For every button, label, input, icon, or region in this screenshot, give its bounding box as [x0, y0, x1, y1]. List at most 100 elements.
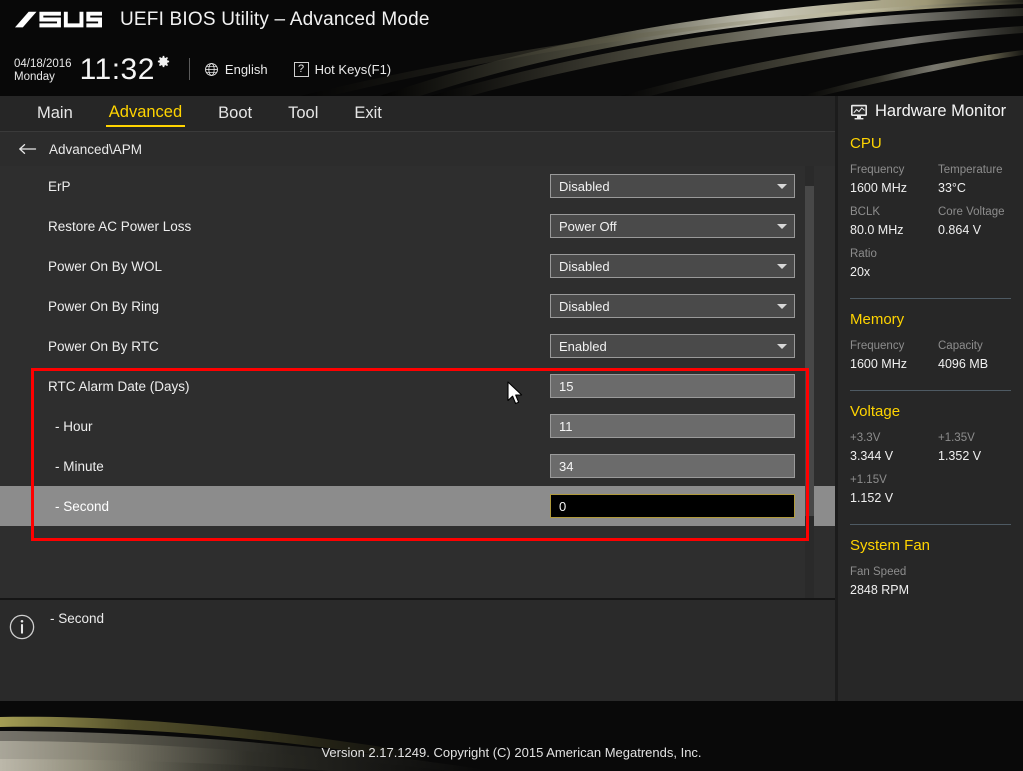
sidebar-divider: [850, 390, 1011, 391]
metric-value: 33°C: [938, 181, 966, 195]
second-input[interactable]: 0: [550, 494, 795, 518]
tab-boot[interactable]: Boot: [215, 102, 255, 126]
hardware-monitor-title: Hardware Monitor: [875, 102, 1007, 120]
hour-input[interactable]: 11: [550, 414, 795, 438]
question-mark-icon: ?: [293, 61, 309, 77]
setting-row-power-on-by-rtc[interactable]: Power On By RTC Enabled: [0, 326, 835, 366]
setting-control[interactable]: Enabled: [550, 334, 795, 358]
erp-value: Disabled: [559, 178, 610, 194]
metric-value: 20x: [850, 265, 871, 279]
setting-row-minute[interactable]: - Minute 34: [0, 446, 835, 486]
footer-decorative-streaks: [0, 701, 1023, 771]
section-title-memory: Memory: [850, 311, 905, 328]
version-text: Version 2.17.1249. Copyright (C) 2015 Am…: [321, 745, 702, 760]
metric-label-empty: [938, 564, 1011, 581]
status-row: 04/18/2016 Monday 11:32 English ? Hot Ke…: [14, 53, 392, 86]
breadcrumb-path: Advanced\APM: [49, 141, 143, 157]
setting-row-power-on-by-wol[interactable]: Power On By WOL Disabled: [0, 246, 835, 286]
info-circle-icon: [9, 614, 35, 640]
minute-value: 34: [559, 458, 574, 474]
metric-value: 0.864 V: [938, 223, 982, 237]
metric-label: Frequency: [850, 340, 905, 352]
setting-row-erp[interactable]: ErP Disabled: [0, 166, 835, 206]
power-on-by-ring-value: Disabled: [559, 298, 610, 314]
chevron-down-icon: [777, 303, 787, 309]
erp-dropdown[interactable]: Disabled: [550, 174, 795, 198]
hour-value: 11: [559, 418, 573, 434]
main-tabbar: Main Advanced Boot Tool Exit: [0, 96, 835, 131]
setting-control[interactable]: Disabled: [550, 174, 795, 198]
language-selector[interactable]: English: [204, 62, 268, 77]
metric-value: 80.0 MHz: [850, 223, 904, 237]
brand-row: UEFI BIOS Utility – Advanced Mode: [14, 8, 430, 32]
gear-icon[interactable]: [156, 54, 171, 69]
power-on-by-wol-value: Disabled: [559, 258, 610, 274]
sidebar-divider: [850, 298, 1011, 299]
globe-icon: [205, 62, 218, 76]
metric-label: +1.15V: [850, 474, 887, 486]
settings-panel: ErP Disabled Restore AC Power Loss Power…: [0, 166, 835, 598]
metric-label: Temperature: [938, 164, 1003, 176]
metric-value: 1.352 V: [938, 449, 982, 463]
metric-label-empty: [938, 246, 1011, 263]
setting-row-power-on-by-ring[interactable]: Power On By Ring Disabled: [0, 286, 835, 326]
setting-control[interactable]: 0: [550, 494, 795, 518]
setting-control[interactable]: 11: [550, 414, 795, 438]
system-fan-metrics: Fan Speed 2848 RPM: [850, 564, 1011, 606]
second-value: 0: [559, 498, 567, 514]
setting-label: ErP: [48, 178, 71, 194]
date-display: 04/18/2016 Monday: [14, 55, 72, 84]
setting-label: - Minute: [55, 458, 104, 474]
metric-value: 1.152 V: [850, 491, 894, 505]
tab-main[interactable]: Main: [34, 102, 76, 126]
metric-label: Fan Speed: [850, 566, 907, 578]
setting-control[interactable]: Disabled: [550, 294, 795, 318]
tab-advanced[interactable]: Advanced: [105, 101, 186, 127]
setting-control[interactable]: 15: [550, 374, 795, 398]
metric-label: BCLK: [850, 206, 881, 218]
restore-ac-power-loss-dropdown[interactable]: Power Off: [550, 214, 795, 238]
footer-bar: Version 2.17.1249. Copyright (C) 2015 Am…: [0, 701, 1023, 771]
setting-control[interactable]: 34: [550, 454, 795, 478]
chevron-down-icon: [777, 223, 787, 229]
metric-value-empty: [938, 489, 1011, 508]
hotkeys-label: Hot Keys(F1): [314, 61, 392, 77]
app-title: UEFI BIOS Utility – Advanced Mode: [120, 9, 430, 30]
cpu-metrics: Frequency Temperature 1600 MHz 33°C BCLK…: [850, 162, 1011, 288]
setting-label: RTC Alarm Date (Days): [48, 378, 190, 394]
section-title-cpu: CPU: [850, 135, 882, 152]
hotkeys-button[interactable]: ? Hot Keys(F1): [293, 61, 392, 77]
metric-value: 2848 RPM: [850, 583, 910, 597]
tab-exit[interactable]: Exit: [351, 102, 385, 126]
bios-screen: UEFI BIOS Utility – Advanced Mode 04/18/…: [0, 0, 1023, 771]
setting-control[interactable]: Power Off: [550, 214, 795, 238]
metric-label-empty: [938, 472, 1011, 489]
settings-scrollbar-thumb[interactable]: [805, 186, 814, 516]
help-info-text: - Second: [50, 611, 105, 626]
metric-value: 3.344 V: [850, 449, 894, 463]
power-on-by-rtc-dropdown[interactable]: Enabled: [550, 334, 795, 358]
sidebar-divider: [850, 524, 1011, 525]
setting-label: Restore AC Power Loss: [48, 218, 192, 234]
setting-control[interactable]: Disabled: [550, 254, 795, 278]
back-arrow-icon[interactable]: [18, 142, 37, 156]
clock-display: 11:32: [79, 53, 155, 86]
breadcrumb: Advanced\APM: [0, 131, 835, 166]
setting-row-second[interactable]: - Second 0: [0, 486, 835, 526]
power-on-by-wol-dropdown[interactable]: Disabled: [550, 254, 795, 278]
metric-value: 1600 MHz: [850, 357, 907, 371]
metric-value-empty: [938, 263, 1011, 282]
rtc-alarm-date-input[interactable]: 15: [550, 374, 795, 398]
tab-tool[interactable]: Tool: [285, 102, 321, 126]
setting-row-restore-ac-power-loss[interactable]: Restore AC Power Loss Power Off: [0, 206, 835, 246]
date-value: 04/18/2016: [14, 57, 72, 70]
setting-label: Power On By RTC: [48, 338, 159, 354]
setting-row-rtc-alarm-date[interactable]: RTC Alarm Date (Days) 15: [0, 366, 835, 406]
setting-row-hour[interactable]: - Hour 11: [0, 406, 835, 446]
power-on-by-ring-dropdown[interactable]: Disabled: [550, 294, 795, 318]
header-divider: [188, 58, 190, 80]
minute-input[interactable]: 34: [550, 454, 795, 478]
hardware-monitor-icon: [851, 104, 867, 119]
language-label: English: [224, 61, 268, 77]
help-info-panel: - Second: [0, 598, 835, 701]
